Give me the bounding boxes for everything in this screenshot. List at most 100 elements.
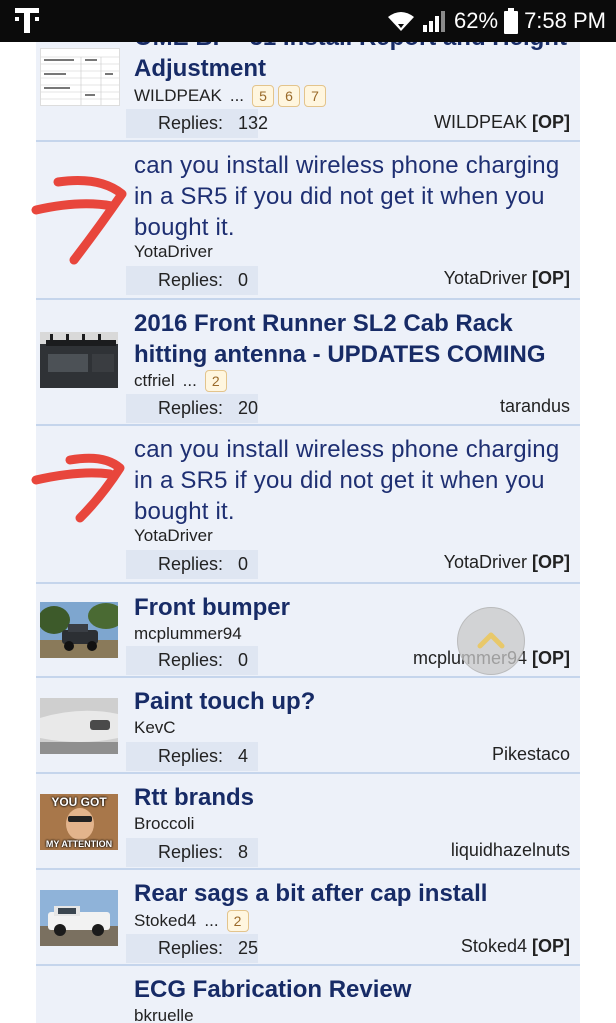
battery-icon <box>504 8 519 34</box>
replies-label: Replies: <box>158 746 224 766</box>
thread-title[interactable]: Rear sags a bit after cap install <box>134 878 574 909</box>
thread-author[interactable]: ctfriel <box>134 371 175 391</box>
annotation-arrow-icon <box>31 453 125 523</box>
thread-row[interactable]: OME BP - 51 Install Report and Height Ad… <box>36 42 580 142</box>
op-badge: [OP] <box>532 936 570 956</box>
replies-label: Replies: <box>158 270 224 290</box>
thread-author[interactable]: Broccoli <box>134 814 194 834</box>
replies-box: Replies: 4 <box>126 742 258 771</box>
last-poster-name[interactable]: tarandus <box>500 396 570 416</box>
carrier-logo-icon <box>15 8 39 33</box>
last-poster[interactable]: YotaDriver [OP] <box>444 548 570 577</box>
op-badge: [OP] <box>532 552 570 572</box>
thread-meta: bkruelle <box>134 1006 194 1023</box>
signal-icon <box>423 11 446 32</box>
replies-count: 20 <box>238 398 259 418</box>
annotation-arrow-icon <box>31 176 127 265</box>
thread-meta: mcplummer94 <box>134 624 242 644</box>
last-poster-name[interactable]: Stoked4 <box>461 936 527 956</box>
replies-label: Replies: <box>158 554 224 574</box>
replies-label: Replies: <box>158 398 224 418</box>
last-poster[interactable]: Stoked4 [OP] <box>461 932 570 961</box>
thread-title[interactable]: can you install wireless phone charging … <box>134 434 574 527</box>
last-poster[interactable]: WILDPEAK [OP] <box>434 108 570 137</box>
chevron-up-icon <box>477 632 505 649</box>
last-poster-name[interactable]: Pikestaco <box>492 744 570 764</box>
thread-author[interactable]: mcplummer94 <box>134 624 242 644</box>
replies-count: 8 <box>238 842 249 862</box>
thread-author[interactable]: bkruelle <box>134 1006 194 1023</box>
thread-title[interactable]: ECG Fabrication Review <box>134 974 574 1005</box>
forum-page: OME BP - 51 Install Report and Height Ad… <box>0 42 616 1023</box>
replies-count: 132 <box>238 113 269 133</box>
white-truck-thumbnail-icon <box>40 890 118 946</box>
last-poster-name[interactable]: liquidhazelnuts <box>451 840 570 860</box>
page-link[interactable]: 7 <box>304 85 327 107</box>
thread-meta: WILDPEAK ... 5 6 7 <box>134 85 327 107</box>
thread-title[interactable]: Rtt brands <box>134 782 574 813</box>
thread-title[interactable]: OME BP - 51 Install Report and Height Ad… <box>134 42 574 84</box>
replies-box: Replies: 8 <box>126 838 258 867</box>
replies-count: 25 <box>238 938 259 958</box>
status-bar: 62% 7:58 PM <box>0 0 616 42</box>
thread-meta: Stoked4 ... 2 <box>134 910 249 932</box>
thread-author[interactable]: YotaDriver <box>134 526 213 546</box>
thread-meta: YotaDriver <box>134 242 213 262</box>
battery-percent: 62% <box>454 8 499 33</box>
thread-title[interactable]: Paint touch up? <box>134 686 574 717</box>
thread-author[interactable]: Stoked4 <box>134 911 196 931</box>
replies-count: 0 <box>238 554 249 574</box>
thread-meta: Broccoli <box>134 814 194 834</box>
clock: 7:58 PM <box>524 8 606 33</box>
thread-meta: KevC <box>134 718 176 738</box>
replies-box: Replies: 0 <box>126 646 258 675</box>
last-poster-name[interactable]: WILDPEAK <box>434 112 527 132</box>
page-link[interactable]: 2 <box>226 910 249 932</box>
last-poster-name[interactable]: YotaDriver <box>444 268 527 288</box>
replies-count: 4 <box>238 746 249 766</box>
thread-author[interactable]: YotaDriver <box>134 242 213 262</box>
op-badge: [OP] <box>532 112 570 132</box>
wifi-icon <box>388 12 415 31</box>
replies-box: Replies: 20 <box>126 394 258 423</box>
thread-author[interactable]: WILDPEAK <box>134 86 222 106</box>
replies-label: Replies: <box>158 842 224 862</box>
last-poster[interactable]: liquidhazelnuts <box>451 836 570 865</box>
replies-box: Replies: 0 <box>126 550 258 579</box>
scroll-to-top-button[interactable] <box>457 607 525 675</box>
page-link[interactable]: 5 <box>252 85 275 107</box>
thread-row[interactable]: YOU GOT MY ATTENTION Rtt brands Broccoli… <box>36 774 580 870</box>
op-badge: [OP] <box>532 268 570 288</box>
meme-caption-bottom: MY ATTENTION <box>45 839 113 849</box>
thread-meta: YotaDriver <box>134 526 213 546</box>
page-ellipsis: ... <box>204 911 219 930</box>
truck-outdoors-thumbnail-icon <box>40 602 118 658</box>
meme-thumbnail-icon: YOU GOT MY ATTENTION <box>40 794 118 850</box>
last-poster[interactable]: YotaDriver [OP] <box>444 264 570 293</box>
roof-rack-thumbnail-icon <box>40 332 118 388</box>
last-poster[interactable]: Pikestaco <box>492 740 570 769</box>
replies-label: Replies: <box>158 938 224 958</box>
thread-author[interactable]: KevC <box>134 718 176 738</box>
replies-count: 0 <box>238 270 249 290</box>
thread-meta: ctfriel ... 2 <box>134 370 227 392</box>
last-poster[interactable]: tarandus <box>500 392 570 421</box>
thread-row[interactable]: Paint touch up? KevC Replies: 4 Pikestac… <box>36 678 580 774</box>
replies-box: Replies: 0 <box>126 266 258 295</box>
page-link[interactable]: 2 <box>204 370 227 392</box>
last-poster-name[interactable]: YotaDriver <box>444 552 527 572</box>
op-badge: [OP] <box>532 648 570 668</box>
bumper-closeup-thumbnail-icon <box>40 698 118 754</box>
replies-label: Replies: <box>158 650 224 670</box>
thread-row[interactable]: 2016 Front Runner SL2 Cab Rack hitting a… <box>36 300 580 426</box>
replies-box: Replies: 25 <box>126 934 258 963</box>
page-ellipsis: ... <box>229 86 245 105</box>
thread-title[interactable]: 2016 Front Runner SL2 Cab Rack hitting a… <box>134 308 574 370</box>
replies-label: Replies: <box>158 113 224 133</box>
thread-title[interactable]: can you install wireless phone charging … <box>134 150 574 243</box>
page-link[interactable]: 6 <box>278 85 301 107</box>
thread-row[interactable]: ECG Fabrication Review bkruelle <box>36 966 580 1023</box>
replies-box: Replies: 132 <box>126 109 268 138</box>
page-ellipsis: ... <box>182 371 197 390</box>
thread-row[interactable]: Rear sags a bit after cap install Stoked… <box>36 870 580 966</box>
